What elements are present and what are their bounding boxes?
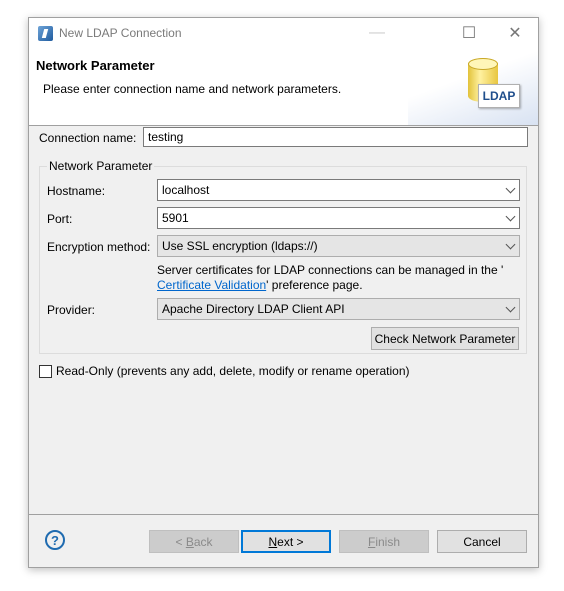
next-button[interactable]: Next > <box>241 530 331 553</box>
chevron-down-icon[interactable] <box>505 302 516 313</box>
minimize-button[interactable]: — <box>354 18 400 48</box>
maximize-button[interactable]: ☐ <box>446 18 492 48</box>
hostname-combo[interactable]: localhost <box>157 179 520 201</box>
title-bar: New LDAP Connection — ☐ ✕ <box>29 18 538 48</box>
chevron-down-icon[interactable] <box>505 211 516 222</box>
cancel-button[interactable]: Cancel <box>437 530 527 553</box>
encryption-method-select[interactable]: Use SSL encryption (ldaps://) <box>157 235 520 257</box>
hostname-label: Hostname: <box>47 184 106 198</box>
chevron-down-icon[interactable] <box>505 239 516 250</box>
provider-value: Apache Directory LDAP Client API <box>162 302 345 316</box>
encryption-method-label: Encryption method: <box>47 240 151 254</box>
finish-button[interactable]: Finish <box>339 530 429 553</box>
window-title: New LDAP Connection <box>59 26 182 40</box>
wizard-header: Network Parameter Please enter connectio… <box>29 48 538 126</box>
chevron-down-icon[interactable] <box>505 183 516 194</box>
port-label: Port: <box>47 212 73 226</box>
page-title: Network Parameter <box>36 58 155 73</box>
app-icon <box>38 26 53 41</box>
group-label: Network Parameter <box>47 159 155 173</box>
certificate-validation-link[interactable]: Certificate Validation <box>157 278 266 292</box>
read-only-label[interactable]: Read-Only (prevents any add, delete, mod… <box>56 364 410 378</box>
read-only-checkbox[interactable] <box>39 365 52 378</box>
ldap-logo-label: LDAP <box>478 84 520 108</box>
port-value: 5901 <box>162 211 189 225</box>
check-network-parameter-button[interactable]: Check Network Parameter <box>371 327 519 350</box>
connection-name-input[interactable]: testing <box>143 127 528 147</box>
provider-select[interactable]: Apache Directory LDAP Client API <box>157 298 520 320</box>
help-icon[interactable]: ? <box>45 530 65 550</box>
port-combo[interactable]: 5901 <box>157 207 520 229</box>
close-button[interactable]: ✕ <box>492 18 538 48</box>
ldap-database-icon: LDAP <box>466 54 524 114</box>
back-button[interactable]: < Back <box>149 530 239 553</box>
certificate-info-text: Server certificates for LDAP connections… <box>157 263 504 292</box>
hostname-value: localhost <box>162 183 210 197</box>
footer-separator <box>29 514 538 515</box>
provider-label: Provider: <box>47 303 96 317</box>
dialog-window: New LDAP Connection — ☐ ✕ Network Parame… <box>28 17 539 568</box>
page-description: Please enter connection name and network… <box>43 82 342 96</box>
encryption-method-value: Use SSL encryption (ldaps://) <box>162 239 318 253</box>
connection-name-label: Connection name: <box>39 131 137 145</box>
